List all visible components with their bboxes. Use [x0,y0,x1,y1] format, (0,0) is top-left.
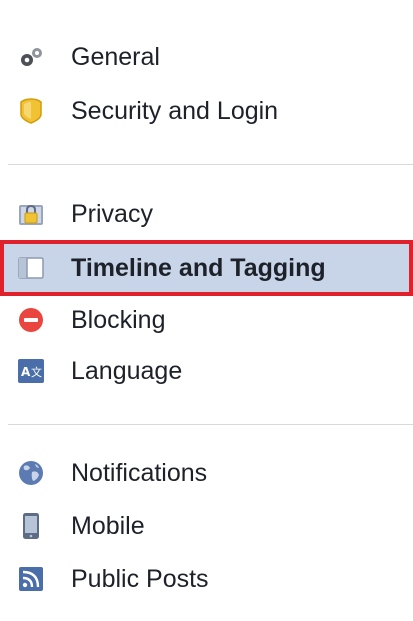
privacy-lock-icon [18,201,44,227]
nav-item-privacy[interactable]: Privacy [0,190,413,238]
nav-item-public-posts[interactable]: Public Posts [0,555,413,603]
nav-item-language[interactable]: A 文 Language [0,347,413,395]
nav-item-label: Mobile [71,512,145,540]
timeline-icon [18,255,44,281]
nav-item-mobile[interactable]: Mobile [0,502,413,550]
nav-item-label: Blocking [71,306,166,334]
nav-item-label: Public Posts [71,565,209,593]
settings-nav: General Security and Login Privacy Timel… [0,0,413,621]
blocking-icon [18,307,44,333]
nav-item-timeline-and-tagging[interactable]: Timeline and Tagging [0,240,413,296]
section-divider [8,164,413,165]
nav-item-label: General [71,43,160,71]
nav-item-general[interactable]: General [0,33,413,81]
mobile-phone-icon [18,513,44,539]
rss-feed-icon [18,566,44,592]
nav-item-label: Security and Login [71,97,279,125]
nav-item-security-and-login[interactable]: Security and Login [0,87,413,135]
nav-item-notifications[interactable]: Notifications [0,449,413,497]
nav-item-label: Privacy [71,200,153,228]
svg-text:A: A [21,365,31,379]
nav-item-label: Language [71,357,183,385]
section-divider [8,424,413,425]
nav-item-label: Notifications [71,459,208,487]
globe-icon [18,460,44,486]
language-icon: A 文 [18,358,44,384]
nav-item-blocking[interactable]: Blocking [0,296,413,344]
nav-item-label: Timeline and Tagging [71,254,326,282]
svg-text:文: 文 [31,365,42,379]
shield-icon [18,98,44,124]
gears-icon [18,44,44,70]
